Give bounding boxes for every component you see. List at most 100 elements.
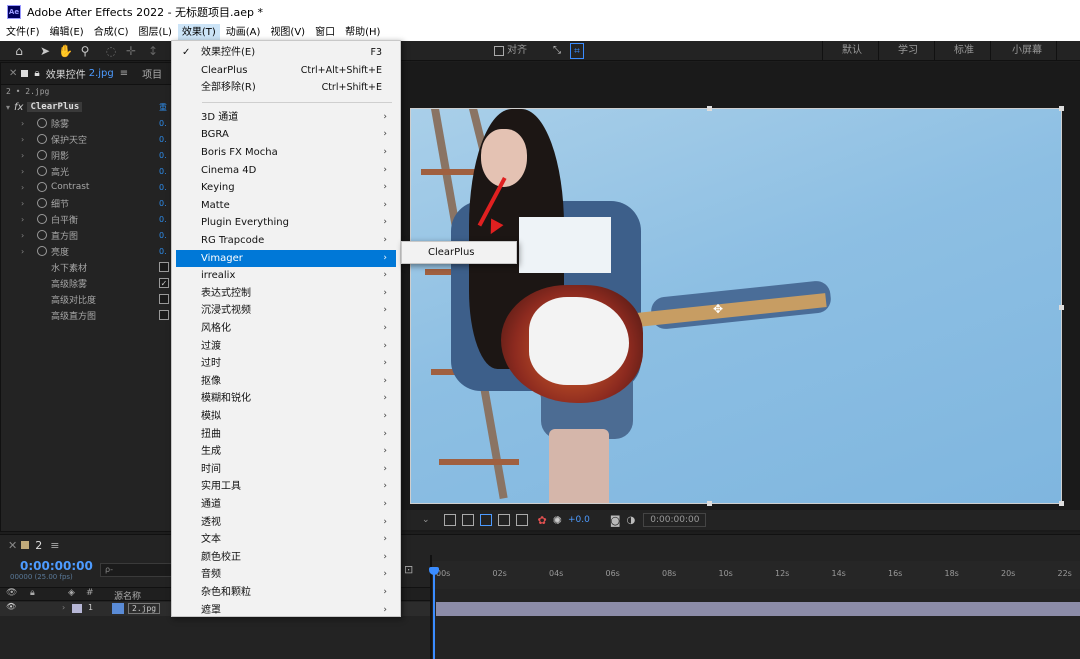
menu-file[interactable]: 文件(F) [2, 24, 44, 41]
effect-menu-item[interactable]: 过渡 › [176, 338, 396, 355]
property-row[interactable]: › 白平衡 0. [1, 211, 171, 227]
stopwatch-icon[interactable] [37, 118, 47, 128]
effect-menu-item[interactable]: 3D 通道 › [176, 109, 396, 126]
chevron-right-icon[interactable]: › [21, 183, 31, 192]
effect-menu-item[interactable]: 遮罩 › [176, 602, 396, 619]
video-toggle-icon[interactable]: 👁︎ [6, 588, 17, 598]
effect-menu-item[interactable]: 时间 › [176, 461, 396, 478]
effect-menu-item[interactable]: Cinema 4D › [176, 162, 396, 179]
exposure-reset-icon[interactable]: ✺ [553, 514, 562, 527]
property-row[interactable]: › 高光 0. [1, 163, 171, 179]
eye-icon[interactable]: 👁︎ [6, 602, 16, 611]
effect-menu-item[interactable]: 杂色和颗粒 › [176, 584, 396, 601]
effect-menu-item[interactable]: 实用工具 › [176, 478, 396, 495]
property-row[interactable]: › 除雾 0. [1, 115, 171, 131]
stopwatch-icon[interactable] [37, 166, 47, 176]
effect-menu-item[interactable]: 扭曲 › [176, 426, 396, 443]
orbit-tool-icon[interactable]: ◌ [104, 43, 118, 59]
workspace-learn[interactable]: 学习 [898, 43, 918, 59]
snap-grid-icon[interactable]: ⌗ [570, 43, 584, 59]
transform-handle[interactable] [1059, 305, 1064, 310]
snap-checkbox[interactable] [494, 46, 504, 56]
chevron-right-icon[interactable]: › [21, 167, 31, 176]
property-value[interactable]: 0. [159, 199, 167, 208]
workspace-default[interactable]: 默认 [842, 43, 862, 59]
menu-composition[interactable]: 合成(C) [90, 24, 133, 41]
menu-view[interactable]: 视图(V) [266, 24, 309, 41]
chevron-right-icon[interactable]: › [21, 119, 31, 128]
resolution-dropdown[interactable]: ⌄ [422, 515, 430, 525]
timeline-tab[interactable]: ✕ 2 ≡ [0, 535, 59, 555]
snap-edge-icon[interactable]: ⤡ [550, 43, 564, 59]
tab-effect-controls[interactable]: 效果控件 [46, 66, 86, 81]
menu-effect[interactable]: 效果(T) [177, 24, 220, 41]
property-value[interactable]: 0. [159, 151, 167, 160]
effect-menu-item[interactable]: 通道 › [176, 496, 396, 513]
transparency-grid-icon[interactable] [461, 514, 474, 526]
layer-duration-bar[interactable] [436, 602, 1080, 616]
time-ruler[interactable]: 00s 02s 04s 06s 08s 10s 12s 14s 16s 18s 20s 22s [432, 561, 1080, 589]
property-value[interactable]: 0. [159, 231, 167, 240]
label-color-swatch[interactable] [72, 604, 82, 613]
chevron-right-icon[interactable]: › [21, 215, 31, 224]
tab-menu-icon[interactable]: ≡ [120, 68, 128, 79]
property-row[interactable]: › 阴影 0. [1, 147, 171, 163]
motion-blur-icon[interactable]: ⊡ [404, 563, 413, 576]
transform-handle[interactable] [1059, 501, 1064, 506]
property-value[interactable]: 0. [159, 183, 167, 192]
effect-menu-item[interactable]: Matte › [176, 197, 396, 214]
chevron-right-icon[interactable]: › [21, 151, 31, 160]
close-icon[interactable]: ✕ [8, 539, 17, 552]
zoom-tool-icon[interactable]: ⚲ [78, 43, 92, 59]
region-of-interest-icon[interactable] [443, 514, 456, 526]
property-row[interactable]: ›高级除雾✓ [1, 275, 171, 291]
property-checkbox[interactable] [159, 262, 169, 272]
property-row[interactable]: ›高级直方图 [1, 307, 171, 323]
viewer-timecode[interactable]: 0:00:00:00 [643, 513, 707, 527]
effect-menu-item[interactable]: Vimager › [176, 249, 396, 267]
transform-handle[interactable] [1059, 106, 1064, 111]
property-value[interactable]: 0. [159, 135, 167, 144]
menu-layer[interactable]: 图层(L) [134, 24, 175, 41]
effect-menu-item[interactable]: 颜色校正 › [176, 549, 396, 566]
toggle-view-icon[interactable] [515, 514, 528, 526]
effect-menu-item[interactable]: 模糊和锐化 › [176, 390, 396, 407]
stopwatch-icon[interactable] [37, 198, 47, 208]
panel-menu-icon[interactable] [21, 70, 29, 77]
anchor-point-icon[interactable]: ✥ [711, 302, 725, 316]
effect-menu-item[interactable]: 沉浸式视频 › [176, 302, 396, 319]
chevron-right-icon[interactable]: › [62, 603, 65, 612]
effect-menu-item[interactable]: 过时 › [176, 355, 396, 372]
chevron-down-icon[interactable]: ▾ [6, 103, 10, 112]
effect-menu-item[interactable]: Plugin Everything › [176, 214, 396, 231]
tab-effect-file[interactable]: 2.jpg [89, 68, 114, 79]
stopwatch-icon[interactable] [37, 150, 47, 160]
chevron-right-icon[interactable]: › [21, 247, 31, 256]
lock-icon[interactable]: 🔒︎ [34, 68, 39, 79]
effect-menu-item[interactable]: BGRA › [176, 126, 396, 143]
column-source-name[interactable]: 源名称 [114, 589, 141, 602]
show-snapshot-icon[interactable]: ◑ [627, 515, 636, 526]
property-row[interactable]: › Contrast 0. [1, 179, 171, 195]
effect-reset-link[interactable]: 重 [159, 102, 167, 113]
effect-menu-item[interactable]: ClearPlus Ctrl+Alt+Shift+E [176, 62, 396, 79]
property-checkbox[interactable] [159, 294, 169, 304]
channel-icon[interactable]: ✿ [538, 514, 547, 527]
layer-name[interactable]: 2.jpg [128, 603, 161, 614]
close-icon[interactable]: ✕ [9, 68, 17, 79]
effect-menu-item[interactable]: 表达式控制 › [176, 285, 396, 302]
workspace-small-screen[interactable]: 小屏幕 [1012, 43, 1042, 59]
effect-header-row[interactable]: ▾ fx ClearPlus 重 [1, 99, 171, 115]
property-value[interactable]: 0. [159, 167, 167, 176]
chevron-right-icon[interactable]: › [21, 231, 31, 240]
tab-project[interactable]: 项目 [142, 66, 162, 81]
effect-menu-item[interactable]: 风格化 › [176, 320, 396, 337]
menu-edit[interactable]: 编辑(E) [46, 24, 88, 41]
property-checkbox[interactable]: ✓ [159, 278, 169, 288]
exposure-value[interactable]: +0.0 [568, 515, 590, 525]
property-row[interactable]: ›高级对比度 [1, 291, 171, 307]
effect-menu-item[interactable]: 抠像 › [176, 373, 396, 390]
submenu-item-clearplus[interactable]: ClearPlus [404, 244, 514, 261]
property-value[interactable]: 0. [159, 247, 167, 256]
composition-viewer[interactable]: ✥ ⌄ ✿ ✺ +0.0 ◙ ◑ 0:00:00:00 [402, 62, 1080, 532]
